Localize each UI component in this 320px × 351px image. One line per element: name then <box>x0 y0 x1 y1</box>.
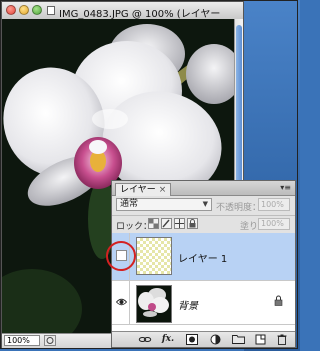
page-frame <box>0 0 298 349</box>
